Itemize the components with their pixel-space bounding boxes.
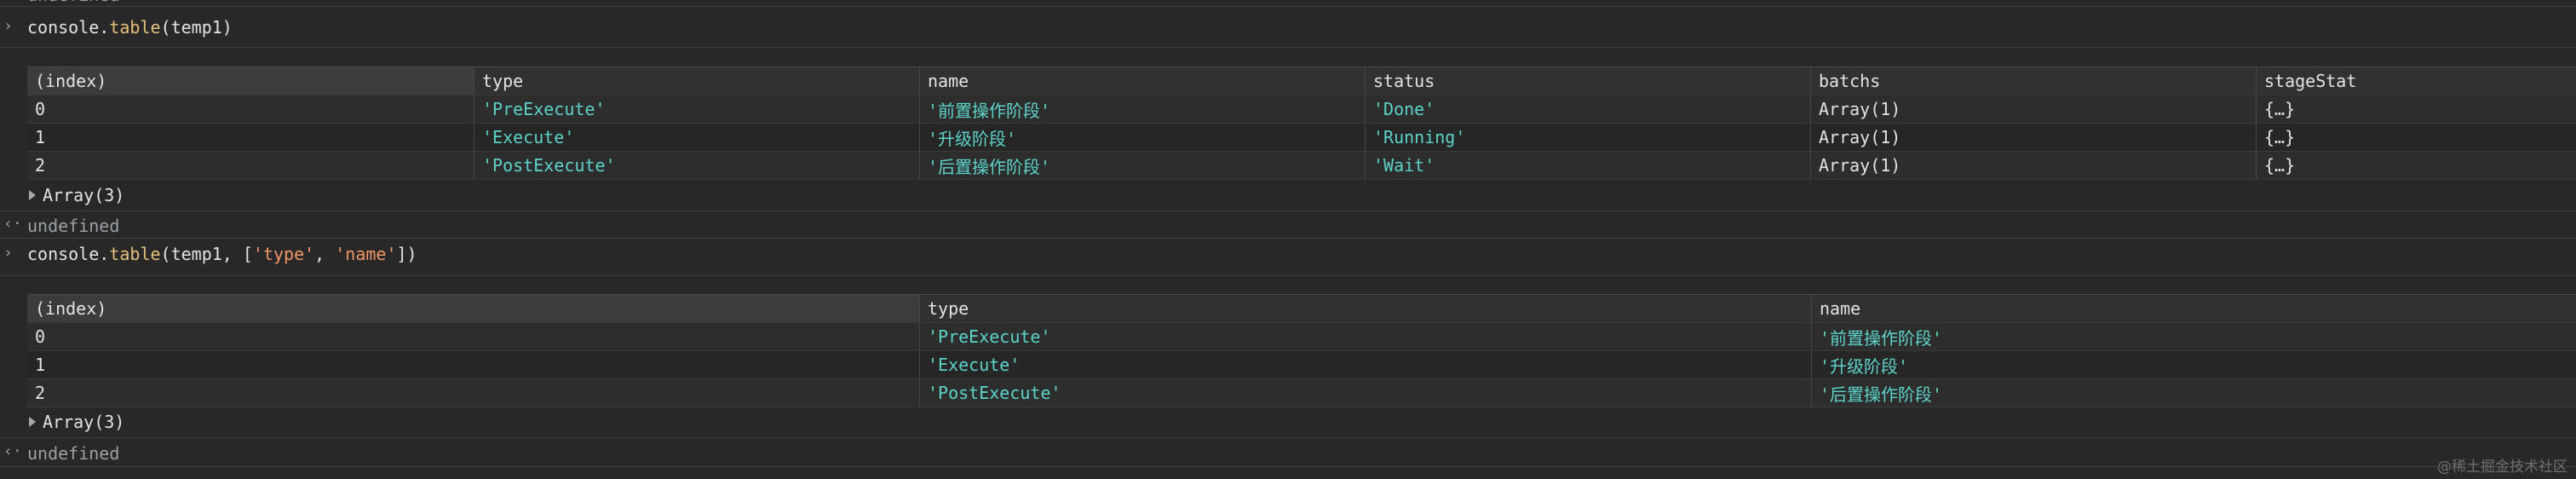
table-cell: 'Execute' [919, 351, 1811, 378]
array-disclosure[interactable]: Array(3) [29, 412, 124, 432]
table-cell: Array(1) [1810, 152, 2256, 179]
table-cell: {…} [2256, 124, 2576, 151]
column-header[interactable]: (index) [27, 295, 919, 322]
console-result: ‹· undefined [0, 211, 2576, 239]
table-cell: Array(1) [1810, 95, 2256, 123]
table-cell: 'PostExecute' [474, 152, 919, 179]
array-label[interactable]: Array(3) [43, 185, 124, 205]
table-cell: 0 [35, 326, 46, 347]
command-text[interactable]: console.table(temp1, ['type', 'name']) [27, 244, 417, 264]
code-args-open: (temp1, [ [160, 244, 253, 264]
column-header[interactable]: status [1365, 67, 1810, 95]
table-cell: '后置操作阶段' [1811, 379, 2576, 407]
table-row: 0 'PreExecute' '前置操作阶段' [27, 323, 2576, 351]
code-string: 'name' [335, 244, 397, 264]
table-cell: 'PostExecute' [919, 379, 1811, 407]
column-header[interactable]: batchs [1810, 67, 2256, 95]
prompt-chevron-icon: › [3, 244, 13, 262]
array-disclosure[interactable]: Array(3) [29, 185, 124, 205]
table-header-row: (index) type name [27, 295, 2576, 323]
column-header[interactable]: (index) [27, 67, 474, 95]
code-comma: , [314, 244, 336, 264]
result-arrow-icon: ‹· [3, 215, 22, 233]
code-object: console. [27, 244, 110, 264]
table-cell: '升级阶段' [1811, 351, 2576, 378]
console-result: ‹· undefined [0, 438, 2576, 467]
table-row: 1 'Execute' '升级阶段' [27, 351, 2576, 379]
table-row: 1 'Execute' '升级阶段' 'Running' Array(1) {…} [27, 124, 2576, 152]
disclosure-triangle-icon[interactable] [29, 190, 36, 200]
table-cell: 2 [35, 155, 46, 176]
column-header[interactable]: name [919, 67, 1365, 95]
table-cell: 1 [35, 127, 46, 147]
table-cell: 'Running' [1365, 124, 1810, 151]
console-result-partial: ‹· undefined [0, 0, 2576, 7]
table-cell: 'Done' [1365, 95, 1810, 123]
result-text: undefined [27, 0, 119, 5]
column-header[interactable]: type [919, 295, 1811, 322]
prompt-chevron-icon: › [3, 17, 13, 35]
table-cell: {…} [2256, 152, 2576, 179]
table-cell: 'Execute' [474, 124, 919, 151]
column-header[interactable]: stageStat [2256, 67, 2576, 95]
disclosure-triangle-icon[interactable] [29, 417, 36, 427]
code-string: 'type' [252, 244, 315, 264]
result-arrow-icon: ‹· [3, 0, 22, 4]
console-table: (index) type name 0 'PreExecute' '前置操作阶段' 1 'Ex… [27, 294, 2576, 407]
table-cell: 'PreExecute' [474, 95, 919, 123]
console-command[interactable]: › console.table(temp1, ['type', 'name']) [0, 239, 2576, 276]
table-cell: Array(1) [1810, 124, 2256, 151]
table-cell: 'PreExecute' [919, 323, 1811, 350]
table-cell: 1 [35, 355, 46, 375]
table-row: 2 'PostExecute' '后置操作阶段' 'Wait' Array(1) {…} [27, 152, 2576, 180]
table-row: 2 'PostExecute' '后置操作阶段' [27, 379, 2576, 407]
table-cell: 2 [35, 383, 46, 403]
column-header[interactable]: name [1811, 295, 2576, 322]
table-cell: 'Wait' [1365, 152, 1810, 179]
console-table: (index) type name status batchs stageStat 0 'Pr… [27, 66, 2576, 180]
result-text: undefined [27, 443, 120, 464]
code-function: table [109, 244, 161, 264]
table-cell: 0 [35, 99, 46, 119]
table-cell: '前置操作阶段' [1811, 323, 2576, 350]
console-object-row: Array(3) [0, 179, 2576, 211]
console-command[interactable]: › console.table(temp1) [0, 9, 2576, 48]
table-cell: {…} [2256, 95, 2576, 123]
result-arrow-icon: ‹· [3, 442, 22, 460]
array-label[interactable]: Array(3) [43, 412, 124, 432]
table-row: 0 'PreExecute' '前置操作阶段' 'Done' Array(1) {…} [27, 95, 2576, 124]
table-header-row: (index) type name status batchs stageStat [27, 67, 2576, 95]
table-cell: '升级阶段' [919, 124, 1365, 151]
result-text: undefined [27, 216, 120, 236]
code-function: table [109, 17, 161, 38]
code-args: (temp1) [160, 17, 233, 38]
command-text[interactable]: console.table(temp1) [27, 17, 233, 38]
table-cell: '后置操作阶段' [919, 152, 1365, 179]
table-cell: '前置操作阶段' [919, 95, 1365, 123]
watermark: @稀土掘金技术社区 [2437, 459, 2567, 476]
column-header[interactable]: type [474, 67, 919, 95]
code-object: console. [27, 17, 110, 38]
code-args-close: ]) [396, 244, 417, 264]
console-object-row: Array(3) [0, 407, 2576, 438]
